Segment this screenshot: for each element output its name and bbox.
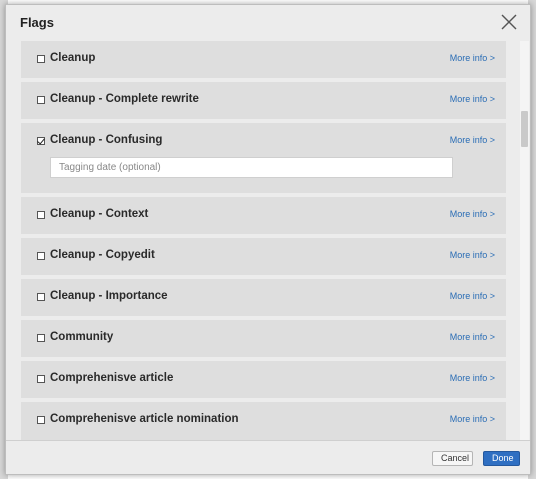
flag-label: Cleanup - Copyedit (50, 249, 155, 261)
flag-label: Community (50, 331, 114, 343)
flag-checkbox-checked[interactable] (37, 137, 45, 145)
flag-label: Cleanup - Complete rewrite (50, 93, 199, 105)
flag-label: Cleanup (50, 52, 96, 64)
more-info-link[interactable]: More info > (450, 332, 495, 342)
flags-list: Cleanup More info > Cleanup - Complete r… (20, 41, 518, 441)
flags-dialog: Flags Cleanup More info > Cleanup - Comp… (5, 4, 531, 475)
more-info-link[interactable]: More info > (450, 53, 495, 63)
dialog-footer: Cancel Done (6, 440, 530, 474)
flag-checkbox[interactable] (37, 252, 45, 260)
flag-label: Comprehenisve article (50, 372, 174, 384)
flag-item-cleanup-copyedit: Cleanup - Copyedit More info > (21, 238, 506, 275)
flag-item-cleanup-importance: Cleanup - Importance More info > (21, 279, 506, 316)
flag-checkbox[interactable] (37, 211, 45, 219)
scrollbar-thumb[interactable] (521, 111, 528, 147)
flag-checkbox[interactable] (37, 416, 45, 424)
flag-checkbox[interactable] (37, 293, 45, 301)
flag-item-cleanup: Cleanup More info > (21, 41, 506, 78)
dialog-title: Flags (20, 15, 54, 30)
more-info-link[interactable]: More info > (450, 94, 495, 104)
flag-label: Cleanup - Importance (50, 290, 168, 302)
flag-checkbox[interactable] (37, 375, 45, 383)
flag-label: Cleanup - Confusing (50, 134, 163, 146)
more-info-link[interactable]: More info > (450, 209, 495, 219)
flag-label: Cleanup - Context (50, 208, 149, 220)
cancel-button[interactable]: Cancel (432, 451, 473, 466)
flag-item-cleanup-confusing: Cleanup - Confusing More info > (21, 123, 506, 193)
more-info-link[interactable]: More info > (450, 250, 495, 260)
flag-checkbox[interactable] (37, 55, 45, 63)
dialog-header: Flags (6, 5, 530, 41)
flag-item-cleanup-complete-rewrite: Cleanup - Complete rewrite More info > (21, 82, 506, 119)
flag-item-comprehensive-article: Comprehenisve article More info > (21, 361, 506, 398)
flag-label: Comprehenisve article nomination (50, 413, 239, 425)
vertical-scrollbar[interactable] (520, 41, 529, 441)
flag-item-comprehensive-article-nomination: Comprehenisve article nomination More in… (21, 402, 506, 441)
close-icon[interactable] (500, 13, 518, 31)
flag-checkbox[interactable] (37, 96, 45, 104)
flag-item-cleanup-context: Cleanup - Context More info > (21, 197, 506, 234)
more-info-link[interactable]: More info > (450, 414, 495, 424)
flag-item-community: Community More info > (21, 320, 506, 357)
flag-checkbox[interactable] (37, 334, 45, 342)
more-info-link[interactable]: More info > (450, 291, 495, 301)
more-info-link[interactable]: More info > (450, 373, 495, 383)
tagging-date-input[interactable] (50, 157, 453, 178)
done-button[interactable]: Done (483, 451, 520, 466)
more-info-link[interactable]: More info > (450, 135, 495, 145)
